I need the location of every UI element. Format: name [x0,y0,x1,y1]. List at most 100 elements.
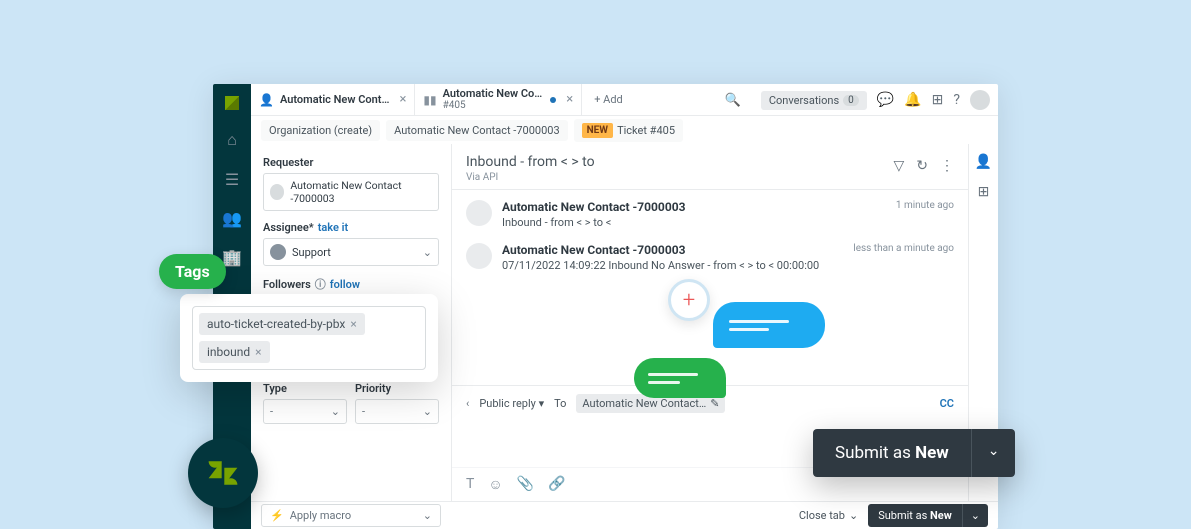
apps-icon[interactable]: ⊞ [932,92,944,108]
history-icon[interactable]: ↻ [916,158,928,174]
conversations-button[interactable]: Conversations 0 [761,91,867,110]
message-body: Inbound - from < > to < [502,216,954,229]
apply-macro-input[interactable]: ⚡ Apply macro ⌄ [261,504,441,527]
message-author: Automatic New Contact -7000003 [502,243,685,257]
close-tab-button[interactable]: Close tab ⌄ [799,509,858,522]
submit-button-group: Submit as New ⌄ [868,504,988,527]
submit-dropdown-button[interactable]: ⌄ [962,504,988,527]
conversation-header: Inbound - from < > to Via API ▽ ↻ ⋮ [452,144,968,190]
conversations-label: Conversations [769,94,839,107]
followers-label: Followers ⓘ follow [263,276,439,292]
tab-title: Automatic New Co… [443,88,543,100]
take-it-link[interactable]: take it [318,221,349,234]
message-time: 1 minute ago [896,200,954,214]
follow-link[interactable]: follow [330,278,360,291]
info-icon[interactable]: ⓘ [315,276,326,292]
tab-ticket-405[interactable]: ▮▮ Automatic New Co… #405 × [415,84,582,115]
unsaved-dot-icon [550,97,556,103]
remove-tag-icon[interactable]: × [350,317,356,331]
breadcrumb: Organization (create) Automatic New Cont… [251,116,998,144]
remove-tag-icon[interactable]: × [255,345,261,359]
chat-bubble-green-icon [634,358,726,398]
message-author: Automatic New Contact -7000003 [502,200,685,214]
message-body: 07/11/2022 14:09:22 Inbound No Answer - … [502,259,954,272]
filter-icon[interactable]: ▽ [893,158,904,174]
user-profile-icon[interactable]: 👤 [975,154,992,170]
messages-list: Automatic New Contact -7000003 1 minute … [452,190,968,385]
zendesk-logo-icon[interactable] [225,96,239,110]
edit-icon[interactable]: ✎ [710,397,719,410]
chat-bubble-blue-icon [713,302,825,348]
avatar-icon [270,184,284,200]
emoji-icon[interactable]: ☺ [488,476,502,493]
chevron-down-icon: ⌄ [423,405,432,418]
close-icon[interactable]: × [399,92,406,107]
message-item: Automatic New Contact -7000003 1 minute … [466,200,954,229]
tag-chip[interactable]: inbound × [199,341,270,363]
breadcrumb-org[interactable]: Organization (create) [261,120,380,141]
submit-button-large[interactable]: Submit as New [813,429,971,477]
tab-subtitle: #405 [443,100,543,111]
priority-label: Priority [355,382,439,395]
conversation-title: Inbound - from < > to [466,154,595,170]
type-select[interactable]: - ⌄ [263,399,347,424]
link-icon[interactable]: 🔗 [548,476,565,493]
close-icon[interactable]: × [566,92,573,107]
conversation-via: Via API [466,172,595,183]
conversations-count: 0 [843,95,859,106]
topbar-right: 🔍 Conversations 0 💬 🔔 ⊞ ? [725,84,990,116]
chevron-down-icon: ⌄ [423,246,432,259]
zendesk-logo-icon [206,456,240,490]
message-time: less than a minute ago [853,243,954,257]
tag-chip[interactable]: auto-ticket-created-by-pbx × [199,313,365,335]
bell-icon[interactable]: 🔔 [904,92,921,108]
avatar-icon [466,200,492,226]
tab-title: Automatic New Cont… [280,93,389,106]
organizations-icon[interactable]: 🏢 [222,248,242,267]
views-icon[interactable]: ☰ [225,170,239,189]
person-icon: 👤 [259,93,274,107]
search-icon[interactable]: 🔍 [725,93,741,108]
submit-dropdown-button-large[interactable]: ⌄ [971,429,1016,477]
chevron-down-icon: ⌄ [849,509,858,522]
requester-label: Requester [263,156,439,169]
add-bubble-icon: + [668,279,710,321]
help-icon[interactable]: ? [953,92,960,108]
submit-button[interactable]: Submit as New [868,504,962,527]
attachment-icon[interactable]: 📎 [517,476,534,493]
text-format-icon[interactable]: T [466,476,474,493]
status-badge: NEW [582,123,613,138]
assignee-value: Support [292,246,331,259]
submit-callout: Submit as New ⌄ [813,429,1015,477]
to-label: To [554,397,566,410]
ticket-number: Ticket #405 [617,124,675,137]
avatar-icon [466,243,492,269]
chat-icon[interactable]: 💬 [877,92,894,108]
tags-input[interactable]: auto-ticket-created-by-pbx × inbound × [192,306,426,370]
chevron-left-icon[interactable]: ‹ [466,397,469,410]
user-avatar[interactable] [970,90,990,110]
chevron-down-icon: ⌄ [331,405,340,418]
cc-button[interactable]: CC [940,397,954,410]
bottom-bar: ⚡ Apply macro ⌄ Close tab ⌄ Submit as Ne… [251,501,998,529]
breadcrumb-contact[interactable]: Automatic New Contact -7000003 [386,120,568,141]
zendesk-brand-badge [188,438,258,508]
type-label: Type [263,382,347,395]
requester-field[interactable]: Automatic New Contact -7000003 [263,173,439,211]
reply-type[interactable]: Public reply ▾ [479,397,544,410]
assignee-label: Assignee* take it [263,221,439,234]
group-icon [270,244,286,260]
breadcrumb-ticket[interactable]: NEW Ticket #405 [574,119,683,142]
apps-panel-icon[interactable]: ⊞ [978,184,990,200]
message-item: Automatic New Contact -7000003 less than… [466,243,954,272]
home-icon[interactable]: ⌂ [227,130,237,150]
priority-select[interactable]: - ⌄ [355,399,439,424]
assignee-field[interactable]: Support ⌄ [263,238,439,266]
tab-contact-1[interactable]: 👤 Automatic New Cont… × [251,84,415,115]
chevron-down-icon: ⌄ [423,509,432,522]
tags-popup: auto-ticket-created-by-pbx × inbound × [180,294,438,382]
add-tab-button[interactable]: + Add [582,93,635,106]
more-icon[interactable]: ⋮ [940,158,954,174]
tags-callout-badge: Tags [159,254,226,289]
customers-icon[interactable]: 👥 [222,209,242,228]
